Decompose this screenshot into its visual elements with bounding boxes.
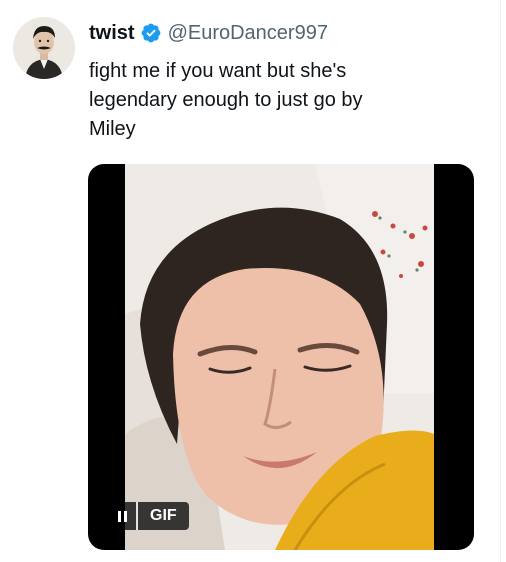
portrait-avatar-icon	[13, 17, 75, 79]
user-avatar[interactable]	[13, 17, 75, 79]
timeline-divider	[500, 0, 501, 562]
verified-badge-icon[interactable]	[140, 22, 162, 44]
gif-badge: GIF	[138, 502, 189, 530]
tweet-header: twist @EuroDancer997	[89, 19, 328, 47]
gif-frame	[125, 164, 434, 550]
gif-controls: GIF	[108, 502, 189, 530]
gif-media[interactable]: GIF	[88, 164, 474, 550]
user-handle[interactable]: @EuroDancer997	[168, 22, 328, 45]
tweet-text: fight me if you want but she's legendary…	[89, 60, 363, 140]
gif-image	[125, 164, 434, 550]
pause-icon[interactable]	[108, 502, 136, 530]
display-name[interactable]: twist	[89, 22, 135, 45]
